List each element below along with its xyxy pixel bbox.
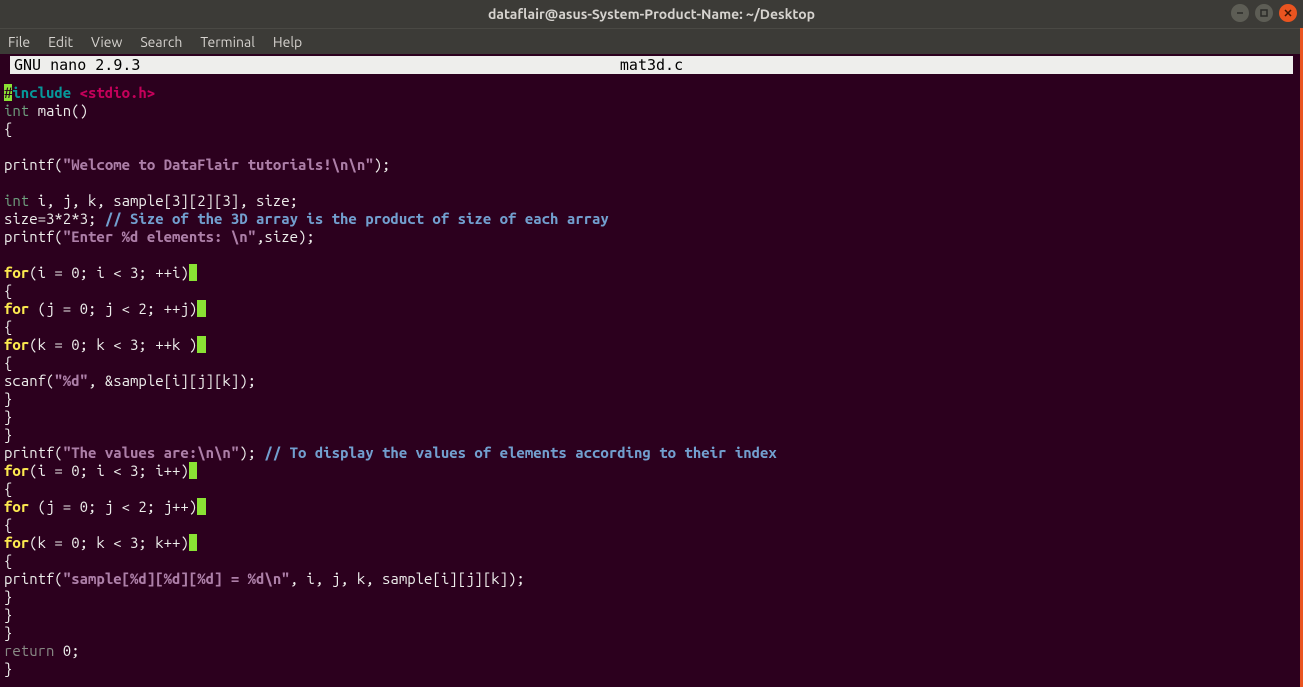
code-text: (k = 0; k < 3; k++) [29, 534, 189, 551]
code-text: i, j, k, sample[3][2][3], size; [29, 192, 298, 209]
code-text: { [4, 516, 12, 533]
comment: // To display the values of elements acc… [264, 444, 776, 461]
maximize-icon [1259, 8, 1269, 18]
code-text: printf( [4, 444, 63, 461]
keyword-for: for [4, 498, 29, 515]
filename: mat3d.c [620, 56, 683, 74]
menu-search[interactable]: Search [140, 34, 182, 50]
code-text: } [4, 426, 12, 443]
window-controls [1231, 4, 1297, 22]
keyword-for: for [4, 534, 29, 551]
type-int: int [4, 192, 29, 209]
code-editor[interactable]: #include <stdio.h> int main() { printf("… [0, 76, 1303, 678]
trailing-space [197, 336, 205, 353]
string-literal: "sample[%d][%d][%d] = %d\n" [63, 570, 290, 587]
code-text: { [4, 282, 12, 299]
code-text: { [4, 354, 12, 371]
code-text: (k = 0; k < 3; ++k ) [29, 336, 197, 353]
trailing-space [197, 498, 205, 515]
menu-edit[interactable]: Edit [48, 34, 73, 50]
code-text: printf( [4, 570, 63, 587]
code-text: printf( [4, 156, 63, 173]
preprocessor: include [12, 84, 79, 101]
editor-name: GNU nano 2.9.3 [14, 56, 140, 74]
keyword-for: for [4, 336, 29, 353]
code-text: ,size); [256, 228, 315, 245]
code-text: { [4, 120, 12, 137]
include-header: <stdio.h> [80, 84, 156, 101]
type-int: int [4, 102, 29, 119]
code-text: , &sample[i][j][k]); [88, 372, 256, 389]
menu-terminal[interactable]: Terminal [200, 34, 255, 50]
minimize-icon [1235, 8, 1245, 18]
string-literal: "Welcome to DataFlair tutorials!\n\n" [63, 156, 374, 173]
string-literal: "%d" [54, 372, 88, 389]
code-text: (j = 0; j < 2; ++j) [29, 300, 197, 317]
code-text: , i, j, k, sample[i][j][k]); [290, 570, 525, 587]
code-text: } [4, 588, 12, 605]
code-text: (j = 0; j < 2; j++) [29, 498, 197, 515]
code-text: 0; [54, 642, 79, 659]
window-titlebar: dataflair@asus-System-Product-Name: ~/De… [0, 0, 1303, 28]
menu-help[interactable]: Help [273, 34, 302, 50]
keyword-for: for [4, 300, 29, 317]
code-text: { [4, 318, 12, 335]
trailing-space [197, 300, 205, 317]
close-button[interactable] [1279, 4, 1297, 22]
trailing-space [189, 462, 197, 479]
string-literal: "The values are:\n\n" [63, 444, 239, 461]
code-text: { [4, 480, 12, 497]
code-text: } [4, 660, 12, 677]
menu-view[interactable]: View [91, 34, 122, 50]
window-title: dataflair@asus-System-Product-Name: ~/De… [488, 6, 815, 22]
code-text: main() [29, 102, 88, 119]
code-text: (i = 0; i < 3; ++i) [29, 264, 189, 281]
trailing-space [189, 534, 197, 551]
trailing-space [189, 264, 197, 281]
string-literal: "Enter %d elements: \n" [63, 228, 256, 245]
code-text: { [4, 552, 12, 569]
minimize-button[interactable] [1231, 4, 1249, 22]
keyword-return: return [4, 642, 54, 659]
code-text: } [4, 390, 12, 407]
menu-file[interactable]: File [8, 34, 30, 50]
code-text: ); [374, 156, 391, 173]
code-text: printf( [4, 228, 63, 245]
comment: // Size of the 3D array is the product o… [105, 210, 609, 227]
keyword-for: for [4, 462, 29, 479]
nano-titlebar: GNU nano 2.9.3 mat3d.c [10, 56, 1293, 74]
menubar: File Edit View Search Terminal Help [0, 28, 1303, 54]
code-text: } [4, 606, 12, 623]
code-text: scanf( [4, 372, 54, 389]
keyword-for: for [4, 264, 29, 281]
code-text: } [4, 624, 12, 641]
code-text: size=3*2*3; [4, 210, 105, 227]
code-text: ); [239, 444, 264, 461]
code-text: } [4, 408, 12, 425]
close-icon [1283, 8, 1293, 18]
maximize-button[interactable] [1255, 4, 1273, 22]
code-text: (i = 0; i < 3; i++) [29, 462, 189, 479]
